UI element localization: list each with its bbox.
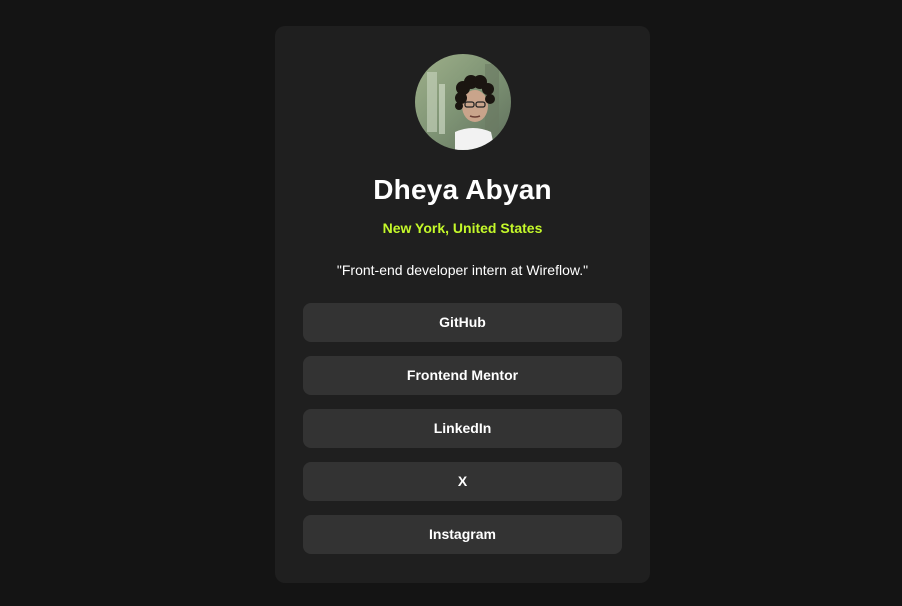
avatar (415, 54, 511, 150)
instagram-link-button[interactable]: Instagram (303, 515, 622, 554)
social-links-list: GitHub Frontend Mentor LinkedIn X Instag… (303, 303, 622, 568)
profile-bio: "Front-end developer intern at Wireflow.… (336, 262, 589, 278)
linkedin-link-button[interactable]: LinkedIn (303, 409, 622, 448)
profile-name: Dheya Abyan (373, 174, 552, 205)
github-link-button[interactable]: GitHub (303, 303, 622, 342)
x-link-button[interactable]: X (303, 462, 622, 501)
frontend-mentor-link-button[interactable]: Frontend Mentor (303, 356, 622, 395)
profile-card: Dheya Abyan New York, United States "Fro… (275, 26, 650, 583)
profile-location: New York, United States (382, 220, 543, 236)
